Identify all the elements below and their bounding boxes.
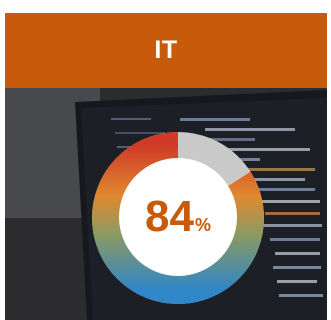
progress-number: 84 (145, 192, 194, 241)
category-card[interactable]: IT 84 % (0, 0, 331, 320)
progress-value: 84 % (145, 195, 211, 239)
card-header: IT (5, 13, 327, 88)
progress-unit: % (194, 215, 211, 235)
gauge-center: 84 % (119, 158, 237, 276)
card-title: IT (154, 36, 178, 64)
